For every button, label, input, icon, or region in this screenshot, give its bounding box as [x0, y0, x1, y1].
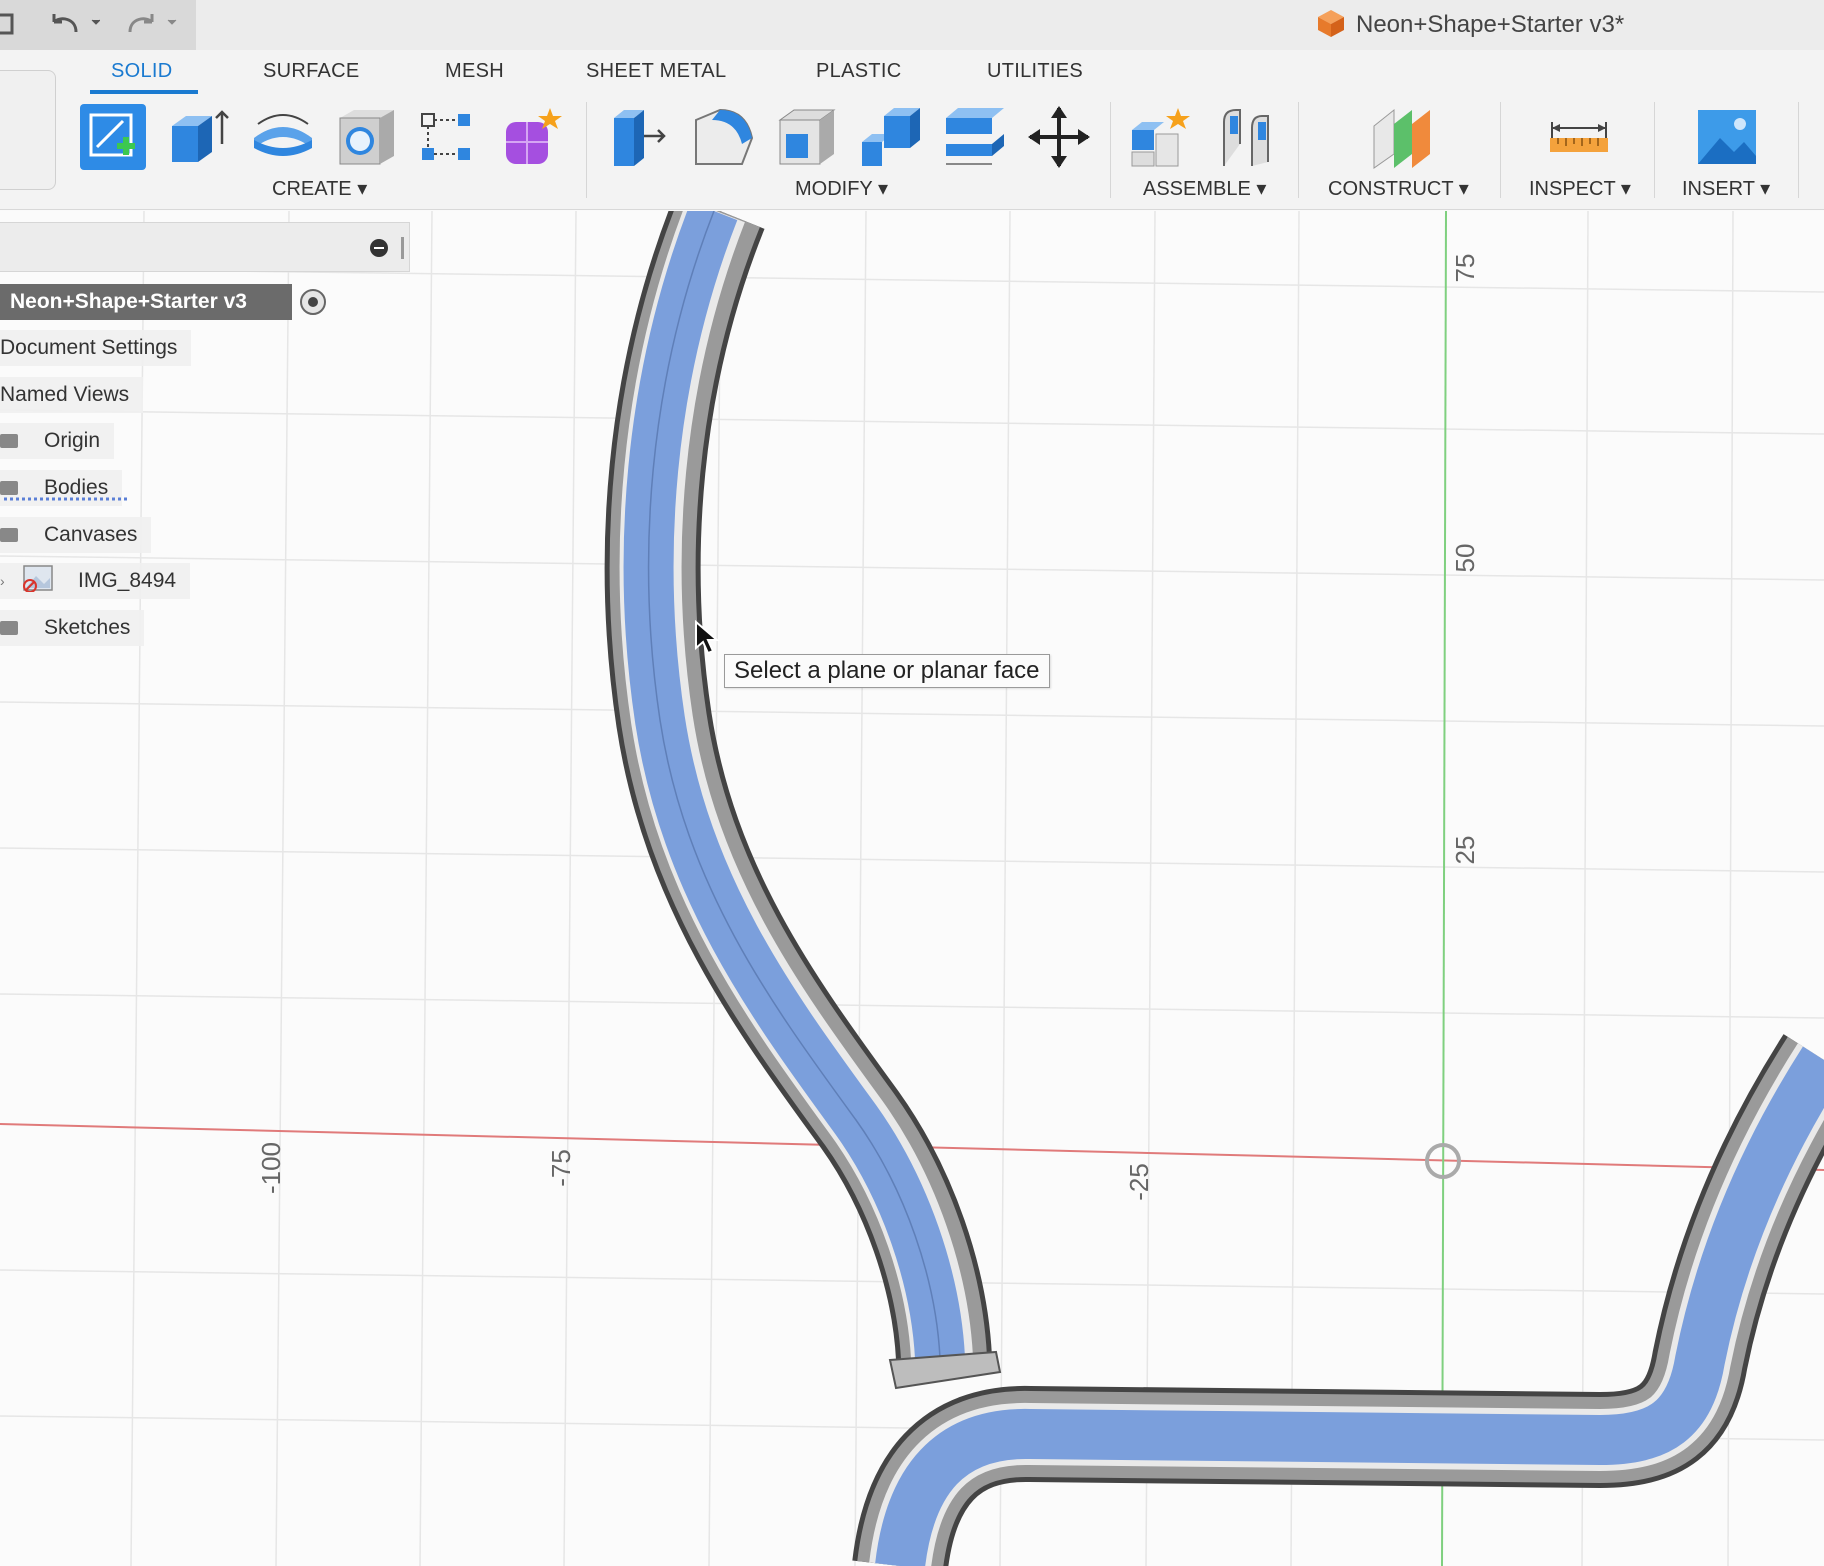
document-title-area: Neon+Shape+Starter v3*: [1316, 6, 1624, 44]
collapse-icon[interactable]: [370, 239, 388, 257]
insert-menu[interactable]: INSERT ▾: [1682, 176, 1770, 201]
selection-tooltip: Select a plane or planar face: [724, 654, 1050, 688]
x-axis-label: -75: [546, 1149, 576, 1187]
create-form-icon[interactable]: [500, 104, 566, 170]
toolbar-separator: [586, 102, 587, 198]
hole-icon[interactable]: [334, 104, 400, 170]
browser-item-label: Canvases: [44, 523, 138, 546]
toolbar-separator: [1654, 102, 1655, 198]
save-icon[interactable]: [0, 6, 18, 42]
y-axis-label: 50: [1450, 544, 1480, 573]
title-bar: Neon+Shape+Starter v3*: [0, 0, 1824, 50]
modify-menu[interactable]: MODIFY ▾: [795, 176, 888, 201]
quick-access-toolbar: [0, 0, 196, 50]
browser-root-item[interactable]: Neon+Shape+Starter v3: [0, 284, 292, 320]
folder-icon: [0, 621, 18, 635]
redo-icon[interactable]: [126, 6, 182, 42]
y-axis-label: 25: [1450, 836, 1480, 865]
undo-icon[interactable]: [50, 6, 101, 42]
ribbon-toolbar: CREATE ▾ MODIFY ▾ ASSEMBLE ▾ CONSTRUCT ▾…: [0, 94, 1824, 210]
tab-mesh[interactable]: MESH: [445, 60, 504, 83]
toolbar-separator: [1110, 102, 1111, 198]
insert-image-icon[interactable]: [1694, 104, 1760, 170]
create-menu[interactable]: CREATE ▾: [272, 176, 367, 201]
browser-item-sketches[interactable]: Sketches: [0, 610, 145, 646]
data-panel-toggle[interactable]: [0, 70, 56, 190]
x-axis-label: -25: [1124, 1163, 1154, 1201]
offset-plane-icon[interactable]: [1368, 104, 1434, 170]
browser-item-canvases[interactable]: Canvases: [0, 517, 152, 553]
construct-menu[interactable]: CONSTRUCT ▾: [1328, 176, 1469, 201]
browser-root-label: Neon+Shape+Starter v3: [10, 290, 247, 313]
tab-solid[interactable]: SOLID: [111, 60, 173, 83]
pattern-icon[interactable]: [416, 104, 482, 170]
canvas-image-icon: [22, 564, 54, 598]
toolbar-separator: [1298, 102, 1299, 198]
folder-icon: [0, 528, 18, 542]
shell-icon[interactable]: [774, 104, 840, 170]
fillet-icon[interactable]: [690, 104, 756, 170]
expand-arrow-icon[interactable]: ›: [0, 573, 18, 589]
tab-sheet-metal[interactable]: SHEET METAL: [586, 60, 726, 83]
extrude-icon[interactable]: [166, 104, 232, 170]
folder-icon: [0, 481, 18, 495]
browser-item-label: Sketches: [44, 616, 131, 639]
toolbar-separator: [1798, 102, 1799, 198]
document-title: Neon+Shape+Starter v3*: [1356, 11, 1625, 38]
canvas-viewport[interactable]: 75 50 25 -100 -75 -25: [0, 211, 1824, 1566]
rename-underline: [4, 497, 128, 501]
measure-icon[interactable]: [1546, 104, 1612, 170]
y-axis-label: 75: [1450, 254, 1480, 283]
ribbon-tabs: SOLID SURFACE MESH SHEET METAL PLASTIC U…: [0, 50, 1824, 94]
revolve-icon[interactable]: [250, 104, 316, 170]
active-component-radio-icon[interactable]: [300, 289, 326, 315]
mouse-cursor-icon: [694, 619, 720, 661]
folder-icon: [0, 434, 18, 448]
browser-item-label: IMG_8494: [78, 569, 177, 592]
joint-icon[interactable]: [1212, 104, 1278, 170]
neon-body-bottom[interactable]: [852, 1034, 1824, 1566]
move-icon[interactable]: [1026, 104, 1092, 170]
tab-utilities[interactable]: UTILITIES: [987, 60, 1083, 83]
browser-item-img-8494[interactable]: › IMG_8494: [0, 563, 191, 599]
app-cube-icon: [1316, 8, 1346, 43]
combine-icon[interactable]: [858, 104, 924, 170]
browser-item-label: Document Settings: [0, 336, 178, 359]
neon-body-left[interactable]: [604, 211, 1002, 1390]
browser-item-named-views[interactable]: Named Views: [0, 377, 144, 413]
browser-item-label: Named Views: [0, 383, 130, 406]
x-axis-label: -100: [256, 1142, 286, 1194]
press-pull-icon[interactable]: [606, 104, 672, 170]
offset-face-icon[interactable]: [942, 104, 1008, 170]
toolbar-separator: [1500, 102, 1501, 198]
browser-panel-header: [0, 222, 410, 272]
assemble-menu[interactable]: ASSEMBLE ▾: [1143, 176, 1266, 201]
new-component-icon[interactable]: [1128, 104, 1194, 170]
tab-plastic[interactable]: PLASTIC: [816, 60, 901, 83]
browser-item-document-settings[interactable]: Document Settings: [0, 330, 192, 366]
model-canvas[interactable]: 75 50 25 -100 -75 -25: [0, 211, 1824, 1566]
create-sketch-icon[interactable]: [80, 104, 146, 170]
inspect-menu[interactable]: INSPECT ▾: [1529, 176, 1631, 201]
tab-surface[interactable]: SURFACE: [263, 60, 360, 83]
browser-item-origin[interactable]: Origin: [0, 423, 115, 459]
y-axis: [1441, 211, 1447, 1566]
browser-item-label: Origin: [44, 429, 101, 452]
panel-resize-handle[interactable]: [401, 237, 404, 259]
